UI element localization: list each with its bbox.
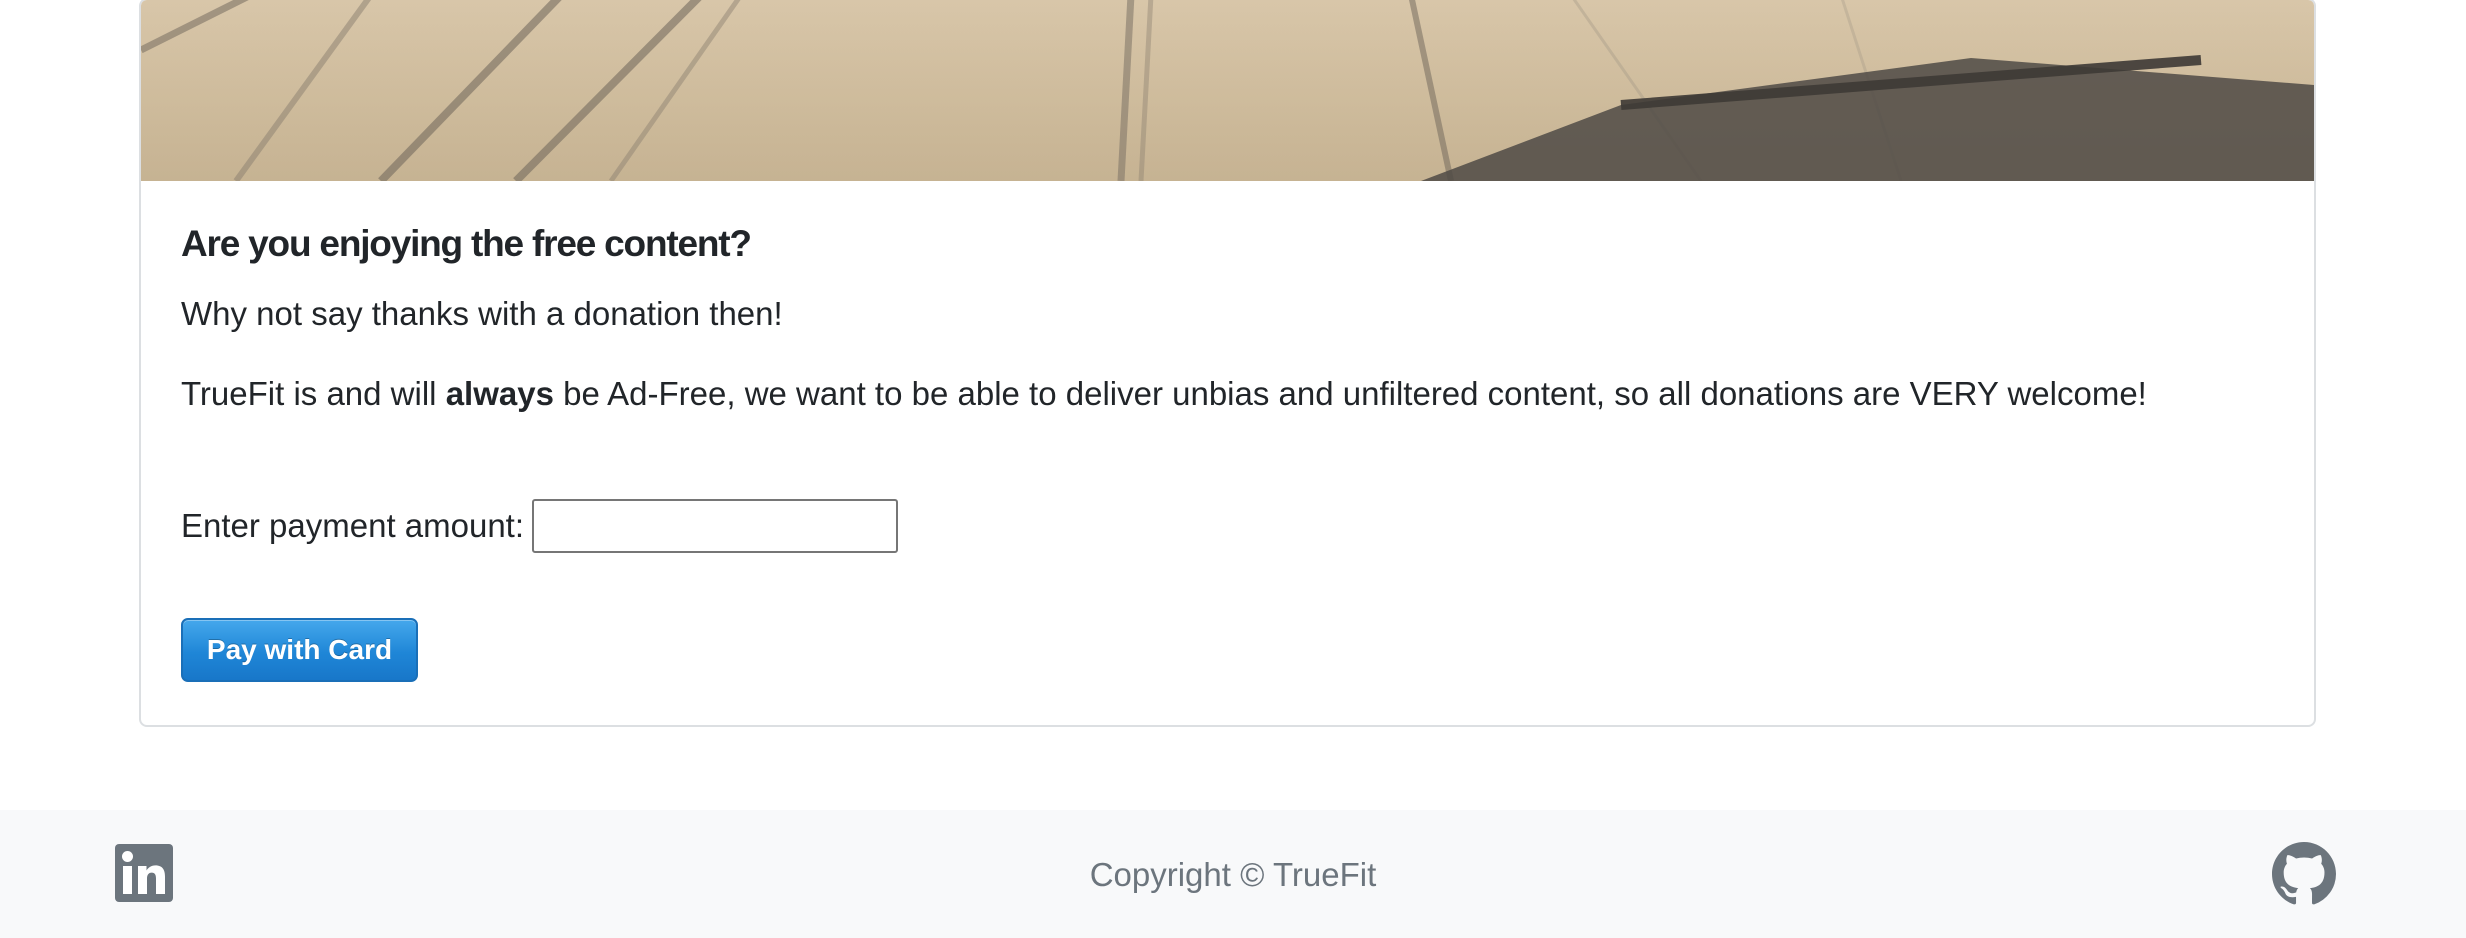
github-icon[interactable] — [2272, 842, 2336, 906]
donation-prompt-text: Why not say thanks with a donation then! — [181, 295, 783, 332]
pay-with-card-button[interactable]: Pay with Card — [181, 618, 418, 682]
copyright-text: Copyright © TrueFit — [1089, 856, 1377, 893]
hero-image — [141, 0, 2314, 181]
ad-free-text-start: TrueFit is and will — [181, 375, 446, 412]
payment-amount-input[interactable] — [532, 499, 899, 553]
ad-free-statement: TrueFit is and will always be Ad-Free, w… — [181, 375, 2147, 413]
payment-amount-label: Enter payment amount: — [181, 507, 525, 544]
ad-free-emphasis: always — [445, 375, 554, 412]
footer: Copyright © TrueFit — [0, 810, 2466, 938]
ad-free-text-end: be Ad-Free, we want to be able to delive… — [553, 375, 2147, 412]
card-title: Are you enjoying the free content? — [181, 223, 752, 264]
donation-card: Are you enjoying the free content? Why n… — [139, 0, 2316, 727]
pavement-shadows-graphic — [141, 0, 2314, 181]
payment-amount-row: Enter payment amount: — [181, 499, 899, 553]
